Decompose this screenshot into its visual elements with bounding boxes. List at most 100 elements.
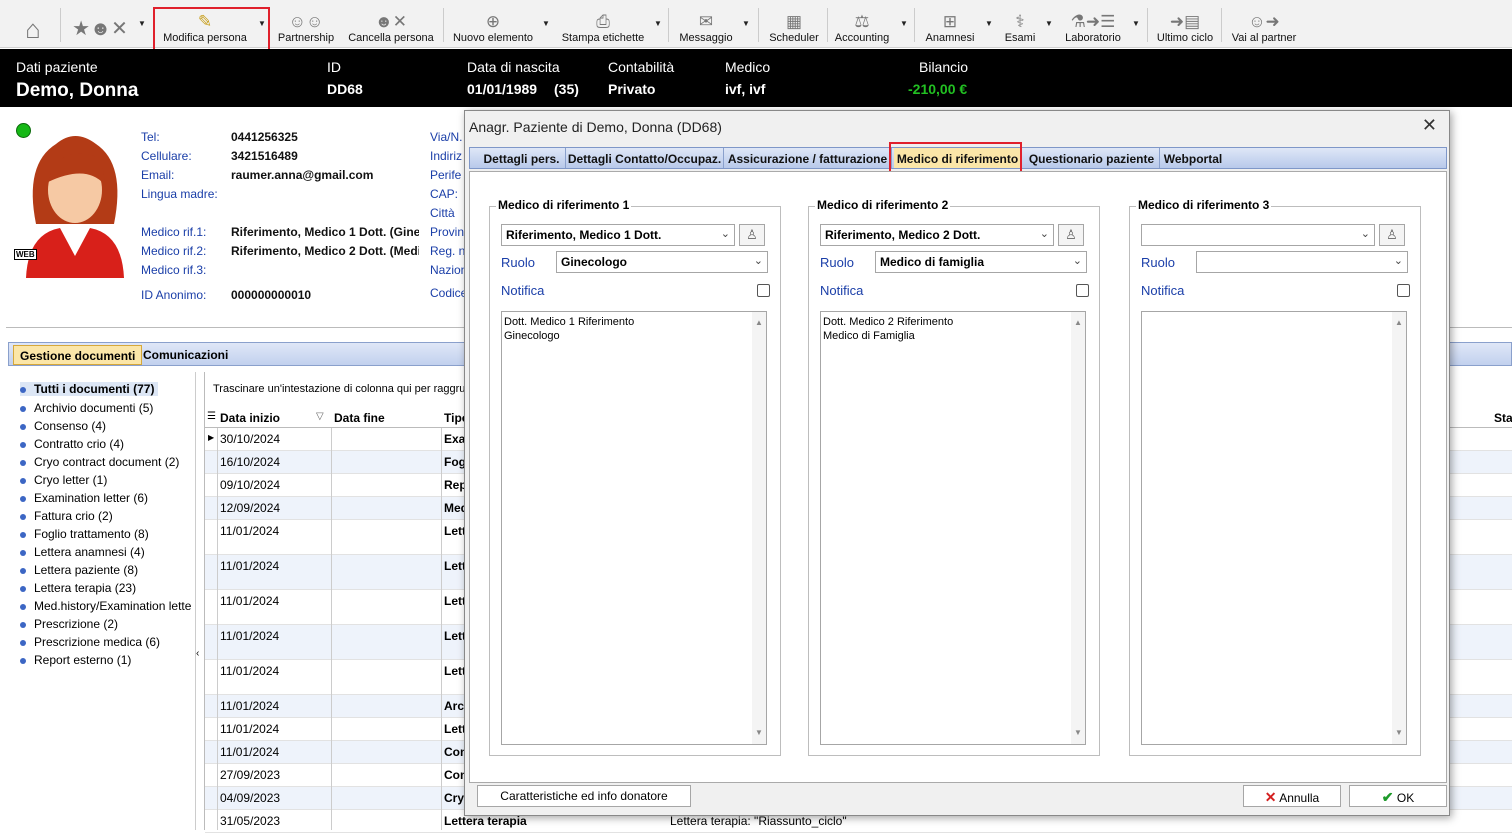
patient-registry-dialog: Anagr. Paziente di Demo, Donna (DD68) ✕ … [464,110,1450,816]
tree-item[interactable]: Foglio trattamento (8) [20,527,149,541]
chevron-down-icon: ⌄ [1072,255,1082,267]
tree-item[interactable]: Prescrizione medica (6) [20,635,160,649]
tree-item[interactable]: Tutti i documenti (77) [20,382,159,396]
tree-item[interactable]: Contratto crio (4) [20,437,124,451]
scrollbar[interactable]: ▲ ▼ [752,312,766,744]
anamnesis-button[interactable]: ⊞ Anamnesi [922,4,978,46]
address-label: Reg. n [430,244,466,258]
doctor-select-3[interactable]: ⌄ [1141,224,1375,246]
exams-button[interactable]: ⚕ Esami [1000,4,1040,46]
cell-description: Lettera terapia: "Riassunto_ciclo" [670,814,847,828]
column-header-start-date[interactable]: Data inizio [220,411,280,425]
scrollbar[interactable]: ▲ ▼ [1071,312,1085,744]
ok-button[interactable]: ✔ OK [1349,785,1447,807]
notify-label: Notifica [820,283,864,298]
delete-person-button[interactable]: ☻✕ Cancella persona [346,4,436,46]
notify-checkbox-1[interactable] [757,284,770,297]
highlight-edit-person [153,7,270,51]
tab-insurance-billing[interactable]: Assicurazione / fatturazione [724,148,892,168]
donor-info-button[interactable]: Caratteristiche ed info donatore [477,785,691,807]
tree-item[interactable]: Lettera anamnesi (4) [20,545,145,559]
collapse-arrow-icon[interactable]: ‹ [196,648,199,659]
message-button[interactable]: ✉ Messaggio [676,4,736,46]
address-label: Indiriz [430,149,463,163]
ref-doctor-3-label: Medico rif.3: [141,263,207,277]
referring-doctor-group-3: Medico di riferimento 3 ⌄ ♙ Ruolo ⌄ Noti… [1129,198,1421,756]
column-chooser-icon[interactable]: ☰ [207,411,216,422]
tree-item[interactable]: Lettera paziente (8) [20,563,138,577]
tree-item[interactable]: Consenso (4) [20,419,106,433]
doctor-notes-2[interactable]: Dott. Medico 2 Riferimento Medico di Fam… [820,311,1086,745]
scrollbar[interactable]: ▲ ▼ [1392,312,1406,744]
chevron-down-icon[interactable]: ▼ [900,19,908,28]
tree-item[interactable]: Lettera terapia (23) [20,581,136,595]
role-select-1[interactable]: Ginecologo ⌄ [556,251,768,273]
tree-item[interactable]: Cryo letter (1) [20,473,107,487]
doctor-lookup-button[interactable]: ♙ [739,224,765,246]
anon-id-value: 000000000010 [231,288,312,302]
document-category-tree: Tutti i documenti (77) Archivio document… [10,372,199,830]
home-button[interactable]: ⌂ [16,4,50,46]
notify-checkbox-2[interactable] [1076,284,1089,297]
people-stars-button[interactable]: ★☻✕ [68,4,132,46]
tab-gestione-documenti[interactable]: Gestione documenti [13,345,143,365]
tab-personal-details[interactable]: Dettagli pers. [478,148,566,168]
cancel-button[interactable]: ✕ Annulla [1243,785,1341,807]
id-label: ID [327,59,341,75]
tab-webportal[interactable]: Webportal [1160,148,1226,168]
doctor-lookup-button[interactable]: ♙ [1058,224,1084,246]
tab-comunicazioni[interactable]: Comunicazioni [137,345,234,365]
new-item-icon: ⊕ [485,12,501,31]
print-labels-button[interactable]: ⎙ Stampa etichette [560,4,646,46]
tab-contact-details[interactable]: Dettagli Contatto/Occupaz. [566,148,724,168]
referring-doctor-group-2: Medico di riferimento 2 Riferimento, Med… [808,198,1100,756]
message-icon: ✉ [698,12,714,31]
tree-item[interactable]: Fattura crio (2) [20,509,113,523]
last-cycle-button[interactable]: ➜▤ Ultimo ciclo [1154,4,1216,46]
notify-checkbox-3[interactable] [1397,284,1410,297]
chevron-down-icon[interactable]: ▼ [1132,19,1140,28]
chevron-down-icon[interactable]: ▼ [742,19,750,28]
tab-patient-questionnaire[interactable]: Questionario paziente [1024,148,1160,168]
doctor-select-1[interactable]: Riferimento, Medico 1 Dott. ⌄ [501,224,735,246]
tree-item[interactable]: Prescrizione (2) [20,617,118,631]
chevron-down-icon[interactable]: ▼ [542,19,550,28]
go-partner-button[interactable]: ☺➜ Vai al partner [1228,4,1300,46]
laboratory-button[interactable]: ⚗➜☰ Laboratorio [1062,4,1124,46]
scheduler-button[interactable]: ▦ Scheduler [766,4,822,46]
address-label: Nazion [430,263,468,277]
cell-type: Lettera terapia [444,814,527,828]
doctor-notes-3[interactable]: ▲ ▼ [1141,311,1407,745]
new-item-button[interactable]: ⊕ Nuovo elemento [452,4,534,46]
chevron-down-icon[interactable]: ▼ [985,19,993,28]
tree-item[interactable]: Examination letter (6) [20,491,148,505]
go-partner-icon: ☺➜ [1248,12,1280,31]
web-badge: WEB [14,249,37,260]
tree-item[interactable]: Cryo contract document (2) [20,455,179,469]
tree-item[interactable]: Report esterno (1) [20,653,131,667]
doctor-lookup-button[interactable]: ♙ [1379,224,1405,246]
column-header-status[interactable]: Sta [1494,411,1512,425]
referring-doctor-group-1: Medico di riferimento 1 Riferimento, Med… [489,198,781,756]
tree-item[interactable]: Med.history/Examination lette [20,599,196,613]
language-label: Lingua madre: [141,187,218,201]
doctor-notes-1[interactable]: Dott. Medico 1 Riferimento Ginecologo ▲ ▼ [501,311,767,745]
balance-label: Bilancio [919,59,969,75]
role-select-2[interactable]: Medico di famiglia ⌄ [875,251,1087,273]
cell-start-date: 30/10/2024 [220,432,281,446]
chevron-down-icon[interactable]: ▼ [138,19,146,28]
address-label: Via/N. [430,130,463,144]
close-icon[interactable]: ✕ [1422,115,1437,136]
chevron-down-icon[interactable]: ▼ [654,19,662,28]
doctor-select-2[interactable]: Riferimento, Medico 2 Dott. ⌄ [820,224,1054,246]
mobile-value: 3421516489 [231,149,298,163]
column-header-end-date[interactable]: Data fine [334,411,385,425]
accounting-button[interactable]: ⚖ Accounting [832,4,892,46]
tree-item[interactable]: Archivio documenti (5) [20,401,153,415]
group-by-hint: Trascinare un'intestazione di colonna qu… [213,383,466,395]
cell-start-date: 11/01/2024 [220,722,280,736]
partnership-button[interactable]: ☺☺ Partnership [276,4,336,46]
chevron-down-icon[interactable]: ▼ [1045,19,1053,28]
role-select-3[interactable]: ⌄ [1196,251,1408,273]
check-icon: ✔ [1381,789,1394,805]
